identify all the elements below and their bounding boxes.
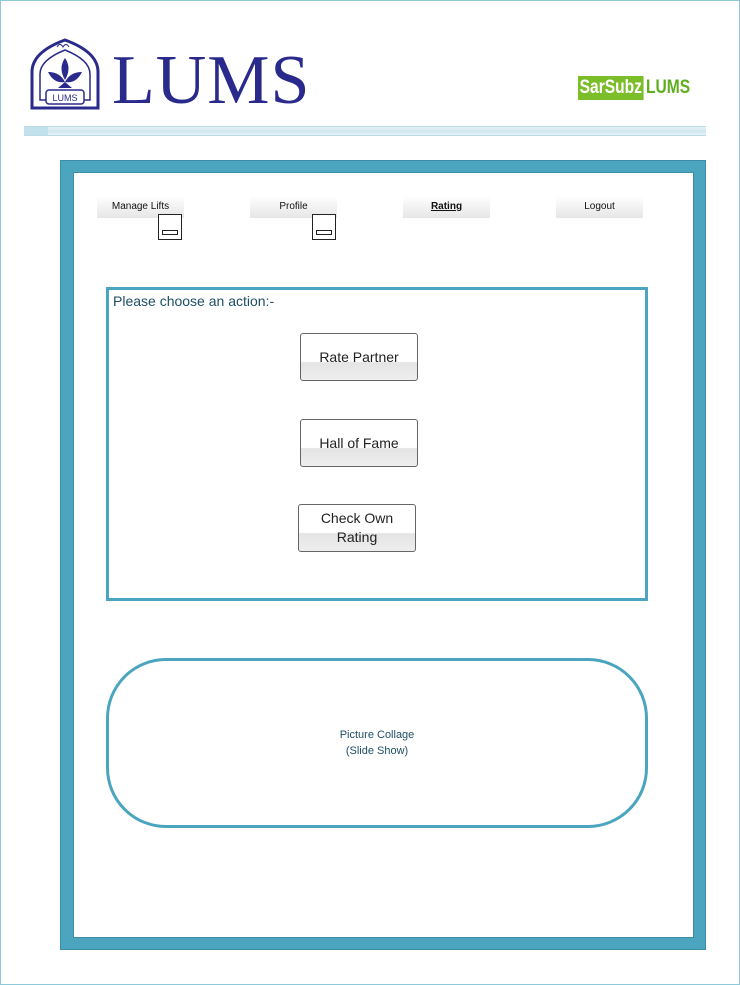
manage-lifts-dropdown-icon[interactable] [158,214,182,240]
sarsubz-logo: SarSubz LUMS [578,76,700,100]
header-divider [24,126,706,136]
lums-crest-icon: LUMS [30,38,100,110]
sarsubz-logo-part1: SarSubz [578,76,644,100]
profile-dropdown-icon[interactable] [312,214,336,240]
collage-caption: Picture Collage (Slide Show) [106,727,648,759]
tab-rating[interactable]: Rating [403,196,490,218]
lums-logo: LUMS [26,38,104,118]
brand-title: LUMS [112,42,311,119]
sarsubz-logo-part2: LUMS [646,77,691,98]
rate-partner-button[interactable]: Rate Partner [300,333,418,381]
action-prompt: Please choose an action:- [113,293,275,309]
check-own-rating-button[interactable]: Check Own Rating [298,504,416,552]
collage-caption-line1: Picture Collage [339,729,415,741]
crest-label: LUMS [52,93,77,103]
tab-logout[interactable]: Logout [556,196,643,218]
hall-of-fame-button[interactable]: Hall of Fame [300,419,418,467]
collage-caption-line2: (Slide Show) [345,745,409,757]
